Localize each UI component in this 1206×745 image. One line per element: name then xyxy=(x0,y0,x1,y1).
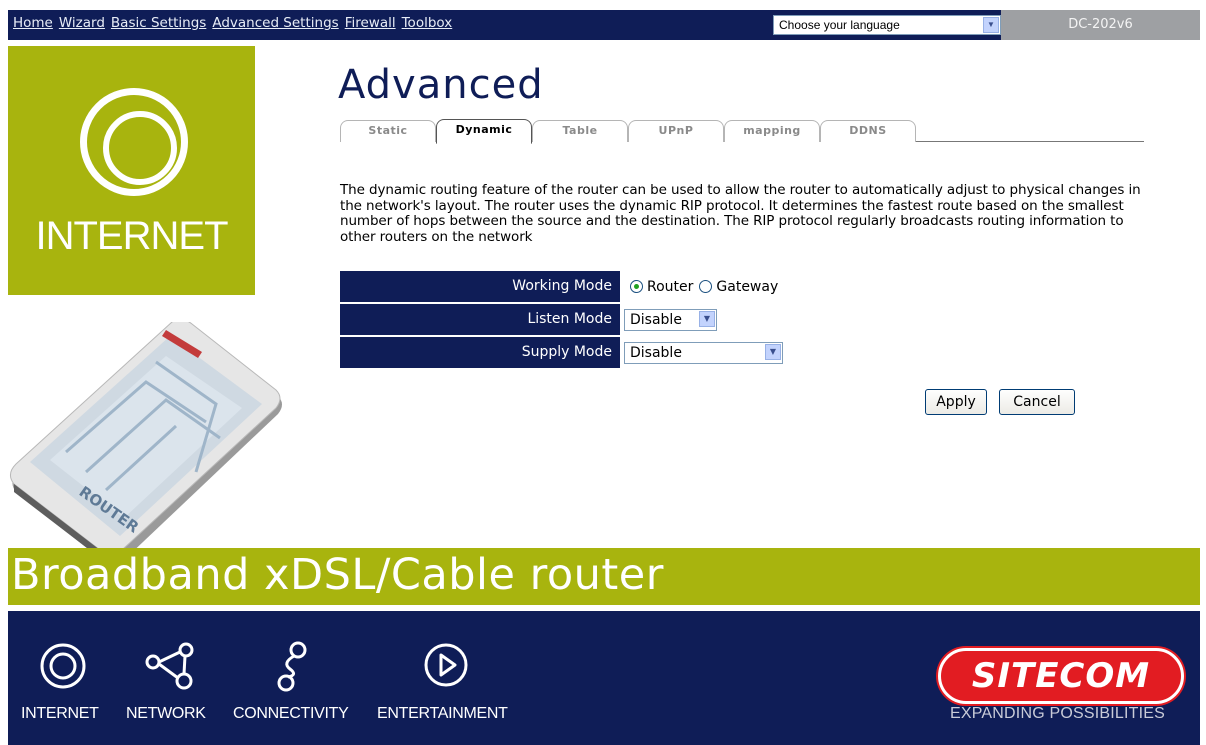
supply-mode-value: Disable xyxy=(630,344,682,361)
nav-home-link[interactable]: Home xyxy=(13,15,53,31)
internet-logo-icon xyxy=(80,88,188,196)
tab-upnp[interactable]: UPnP xyxy=(628,120,724,142)
working-mode-router-label: Router xyxy=(647,278,694,295)
footer-connectivity-label: CONNECTIVITY xyxy=(233,705,349,722)
model-name: DC-202v6 xyxy=(1001,10,1200,40)
listen-mode-cell: Disable ▼ xyxy=(624,304,717,335)
working-mode-gateway-label: Gateway xyxy=(716,278,779,295)
listen-mode-row: Listen Mode Disable ▼ xyxy=(340,304,810,335)
internet-icon xyxy=(40,643,86,689)
supply-mode-select[interactable]: Disable ▼ xyxy=(624,341,783,364)
working-mode-options: Router Gateway xyxy=(630,271,784,302)
listen-mode-label: Listen Mode xyxy=(340,304,620,335)
tab-dynamic[interactable]: Dynamic xyxy=(436,119,532,144)
product-banner: Broadband xDSL/Cable router xyxy=(8,548,1200,605)
listen-mode-value: Disable xyxy=(630,311,682,328)
nav-firewall-link[interactable]: Firewall xyxy=(345,15,396,31)
entertainment-icon xyxy=(424,643,468,687)
connectivity-icon xyxy=(277,641,307,692)
main-nav: Home Wizard Basic Settings Advanced Sett… xyxy=(13,15,452,31)
chevron-down-icon[interactable]: ▼ xyxy=(699,310,715,327)
tab-ddns[interactable]: DDNS xyxy=(820,120,916,142)
chevron-down-icon[interactable]: ▼ xyxy=(983,17,999,33)
product-banner-title: Broadband xDSL/Cable router xyxy=(11,550,664,600)
nav-basic-settings-link[interactable]: Basic Settings xyxy=(111,15,206,31)
working-mode-gateway-radio[interactable] xyxy=(699,280,713,293)
page-description: The dynamic routing feature of the route… xyxy=(340,182,1141,245)
supply-mode-label: Supply Mode xyxy=(340,337,620,368)
working-mode-label: Working Mode xyxy=(340,271,620,302)
working-mode-row: Working Mode Router Gateway xyxy=(340,271,810,302)
apply-button[interactable]: Apply xyxy=(925,389,987,415)
section-banner: INTERNET xyxy=(8,46,255,295)
top-nav-bar: Home Wizard Basic Settings Advanced Sett… xyxy=(8,10,1200,40)
tab-static[interactable]: Static xyxy=(340,120,436,142)
nav-toolbox-link[interactable]: Toolbox xyxy=(402,15,453,31)
footer-entertainment-label: ENTERTAINMENT xyxy=(377,705,508,722)
network-icon xyxy=(145,642,194,690)
supply-mode-row: Supply Mode Disable ▼ xyxy=(340,337,810,368)
router-device-image: ROUTER xyxy=(10,322,282,564)
footer-network-label: NETWORK xyxy=(126,705,206,722)
working-mode-router-radio[interactable] xyxy=(630,280,643,293)
footer-internet-label: INTERNET xyxy=(21,705,99,722)
listen-mode-select[interactable]: Disable ▼ xyxy=(624,308,717,331)
supply-mode-cell: Disable ▼ xyxy=(624,337,783,368)
nav-advanced-settings-link[interactable]: Advanced Settings xyxy=(212,15,338,31)
language-select[interactable]: Choose your language ▼ xyxy=(773,15,1001,35)
footer: INTERNET NETWORK CONNECTIVITY ENTERTAINM… xyxy=(8,611,1200,745)
cancel-button[interactable]: Cancel xyxy=(999,389,1075,415)
tab-bar: Static Dynamic Table UPnP mapping DDNS xyxy=(340,118,1144,144)
tab-table[interactable]: Table xyxy=(532,120,628,142)
sitecom-logo-text: SITECOM xyxy=(971,656,1151,696)
section-label: INTERNET xyxy=(35,214,229,258)
chevron-down-icon[interactable]: ▼ xyxy=(765,343,781,360)
language-select-value: Choose your language xyxy=(779,18,900,32)
sitecom-logo[interactable]: SITECOM xyxy=(938,648,1184,704)
tab-mapping[interactable]: mapping xyxy=(724,120,820,142)
sitecom-tagline: EXPANDING POSSIBILITIES xyxy=(950,705,1166,722)
nav-wizard-link[interactable]: Wizard xyxy=(59,15,105,31)
page-title: Advanced xyxy=(338,62,544,108)
